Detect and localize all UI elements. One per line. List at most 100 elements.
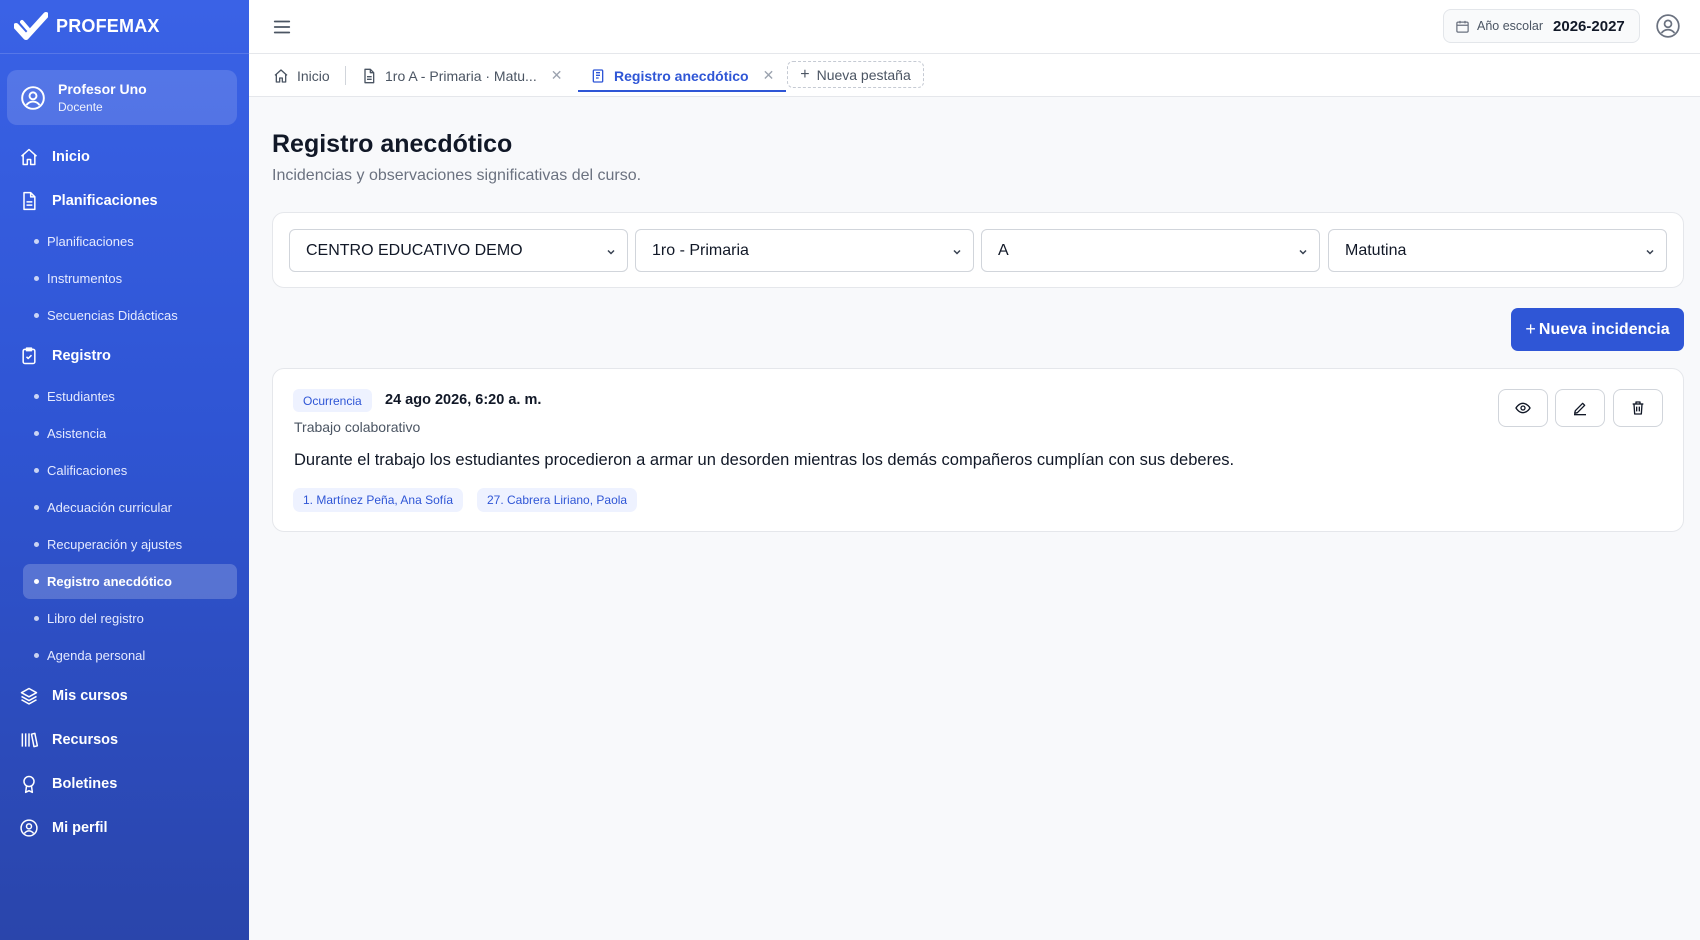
sidebar-subitem-libro[interactable]: Libro del registro xyxy=(0,600,249,637)
plus-icon: + xyxy=(1525,319,1536,339)
section-select[interactable]: A xyxy=(981,229,1320,272)
shift-select-value: Matutina xyxy=(1345,241,1407,259)
bullet-dot xyxy=(34,579,39,584)
incident-type-badge: Ocurrencia xyxy=(293,389,372,412)
user-circle-icon xyxy=(19,818,39,838)
sidebar-subitem-registro-anecdotico[interactable]: Registro anecdótico xyxy=(23,564,237,599)
incident-category: Trabajo colaborativo xyxy=(294,419,421,435)
sidebar-subitem-asistencia[interactable]: Asistencia xyxy=(0,415,249,452)
sidebar-subitem-planificaciones[interactable]: Planificaciones xyxy=(0,223,249,260)
sidebar-subitem-label: Libro del registro xyxy=(47,611,144,626)
sidebar-subitem-label: Adecuación curricular xyxy=(47,500,173,515)
chevron-down-icon xyxy=(605,245,617,257)
filter-panel: CENTRO EDUCATIVO DEMO 1ro - Primaria A M… xyxy=(272,212,1684,288)
sidebar-item-registro[interactable]: Registro xyxy=(0,334,249,378)
sidebar-item-boletines[interactable]: Boletines xyxy=(0,762,249,806)
clipboard-check-icon xyxy=(19,346,39,366)
sidebar-item-mis-cursos[interactable]: Mis cursos xyxy=(0,674,249,718)
sidebar-subitem-label: Instrumentos xyxy=(47,271,123,286)
tab-label: Registro anecdótico xyxy=(614,67,749,84)
bullet-dot xyxy=(34,616,39,621)
sidebar: PROFEMAX Profesor Uno Docente Inicio Pla… xyxy=(0,0,249,940)
calendar-icon xyxy=(1455,19,1470,34)
logo-check-icon xyxy=(14,11,48,42)
sidebar-item-inicio[interactable]: Inicio xyxy=(0,135,249,179)
new-incident-button[interactable]: + Nueva incidencia xyxy=(1511,308,1684,351)
sidebar-subitem-label: Estudiantes xyxy=(47,389,115,404)
sidebar-item-recursos[interactable]: Recursos xyxy=(0,718,249,762)
tab-close-icon[interactable]: ✕ xyxy=(763,67,775,84)
document-icon xyxy=(361,68,377,84)
sidebar-subitem-label: Recuperación y ajustes xyxy=(47,537,183,552)
edit-button[interactable] xyxy=(1555,389,1605,427)
grade-select-value: 1ro - Primaria xyxy=(652,241,749,259)
top-bar: Año escolar 2026-2027 xyxy=(249,0,1700,54)
sidebar-subitem-agenda[interactable]: Agenda personal xyxy=(0,637,249,674)
bullet-dot xyxy=(34,653,39,658)
chevron-down-icon xyxy=(1297,245,1309,257)
student-tag: 27. Cabrera Liriano, Paola xyxy=(477,488,638,512)
user-circle-icon xyxy=(20,85,46,111)
delete-button[interactable] xyxy=(1613,389,1663,427)
sidebar-subitem-instrumentos[interactable]: Instrumentos xyxy=(0,260,249,297)
tab-divider xyxy=(345,66,346,85)
school-year-value: 2026-2027 xyxy=(1553,17,1625,35)
new-tab-button[interactable]: + Nueva pestaña xyxy=(787,61,924,88)
sidebar-item-label: Registro xyxy=(52,348,111,364)
bullet-dot xyxy=(34,431,39,436)
account-icon[interactable] xyxy=(1655,13,1681,39)
tab-label: 1ro A - Primaria · Matu... xyxy=(385,67,537,84)
sidebar-subitem-label: Asistencia xyxy=(47,426,107,441)
page-subtitle: Incidencias y observaciones significativ… xyxy=(272,167,642,184)
bullet-dot xyxy=(34,468,39,473)
sidebar-subitem-label: Agenda personal xyxy=(47,648,146,663)
sidebar-item-mi-perfil[interactable]: Mi perfil xyxy=(0,806,249,850)
sidebar-subitem-recuperacion[interactable]: Recuperación y ajustes xyxy=(0,526,249,563)
trash-icon xyxy=(1630,400,1646,416)
sidebar-item-label: Mi perfil xyxy=(52,820,108,836)
bullet-dot xyxy=(34,394,39,399)
grade-select[interactable]: 1ro - Primaria xyxy=(635,229,974,272)
view-button[interactable] xyxy=(1498,389,1548,427)
tab-inicio[interactable]: Inicio xyxy=(273,54,330,97)
sidebar-item-label: Recursos xyxy=(52,732,119,748)
tab-label: Inicio xyxy=(297,67,330,84)
new-tab-label: Nueva pestaña xyxy=(816,66,911,83)
award-icon xyxy=(19,774,39,794)
brand[interactable]: PROFEMAX xyxy=(0,0,249,54)
sidebar-subitem-label: Planificaciones xyxy=(47,234,134,249)
student-tag: 1. Martínez Peña, Ana Sofía xyxy=(293,488,464,512)
incident-date: 24 ago 2026, 6:20 a. m. xyxy=(385,392,542,408)
section-select-value: A xyxy=(998,241,1009,259)
user-name: Profesor Uno xyxy=(58,81,147,97)
center-select[interactable]: CENTRO EDUCATIVO DEMO xyxy=(289,229,628,272)
incident-description: Durante el trabajo los estudiantes proce… xyxy=(294,451,1235,469)
tab-close-icon[interactable]: ✕ xyxy=(551,67,563,84)
brand-name: PROFEMAX xyxy=(56,16,160,36)
hamburger-menu-icon[interactable] xyxy=(271,16,293,38)
sidebar-item-planificaciones[interactable]: Planificaciones xyxy=(0,179,249,223)
document-icon xyxy=(19,191,39,211)
pencil-icon xyxy=(1572,400,1588,416)
school-year-selector[interactable]: Año escolar 2026-2027 xyxy=(1443,9,1640,43)
center-select-value: CENTRO EDUCATIVO DEMO xyxy=(306,241,523,259)
bullet-dot xyxy=(34,276,39,281)
user-card[interactable]: Profesor Uno Docente xyxy=(7,70,237,125)
sidebar-nav: Inicio Planificaciones Planificaciones I… xyxy=(0,135,249,850)
sidebar-subitem-secuencias[interactable]: Secuencias Didácticas xyxy=(0,297,249,334)
chevron-down-icon xyxy=(951,245,963,257)
page-title: Registro anecdótico xyxy=(272,130,513,158)
bullet-dot xyxy=(34,313,39,318)
sidebar-item-label: Mis cursos xyxy=(52,688,128,704)
home-icon xyxy=(19,147,39,167)
sidebar-subitem-calificaciones[interactable]: Calificaciones xyxy=(0,452,249,489)
bullet-dot xyxy=(34,542,39,547)
sidebar-subitem-estudiantes[interactable]: Estudiantes xyxy=(0,378,249,415)
sidebar-subitem-label: Secuencias Didácticas xyxy=(47,308,178,323)
layers-icon xyxy=(19,686,39,706)
sidebar-item-label: Inicio xyxy=(52,149,90,165)
tab-registro-anecdotico[interactable]: Registro anecdótico ✕ xyxy=(578,54,787,97)
shift-select[interactable]: Matutina xyxy=(1328,229,1667,272)
sidebar-subitem-adecuacion[interactable]: Adecuación curricular xyxy=(0,489,249,526)
tab-1ro-a-primaria[interactable]: 1ro A - Primaria · Matu... ✕ xyxy=(361,54,562,97)
